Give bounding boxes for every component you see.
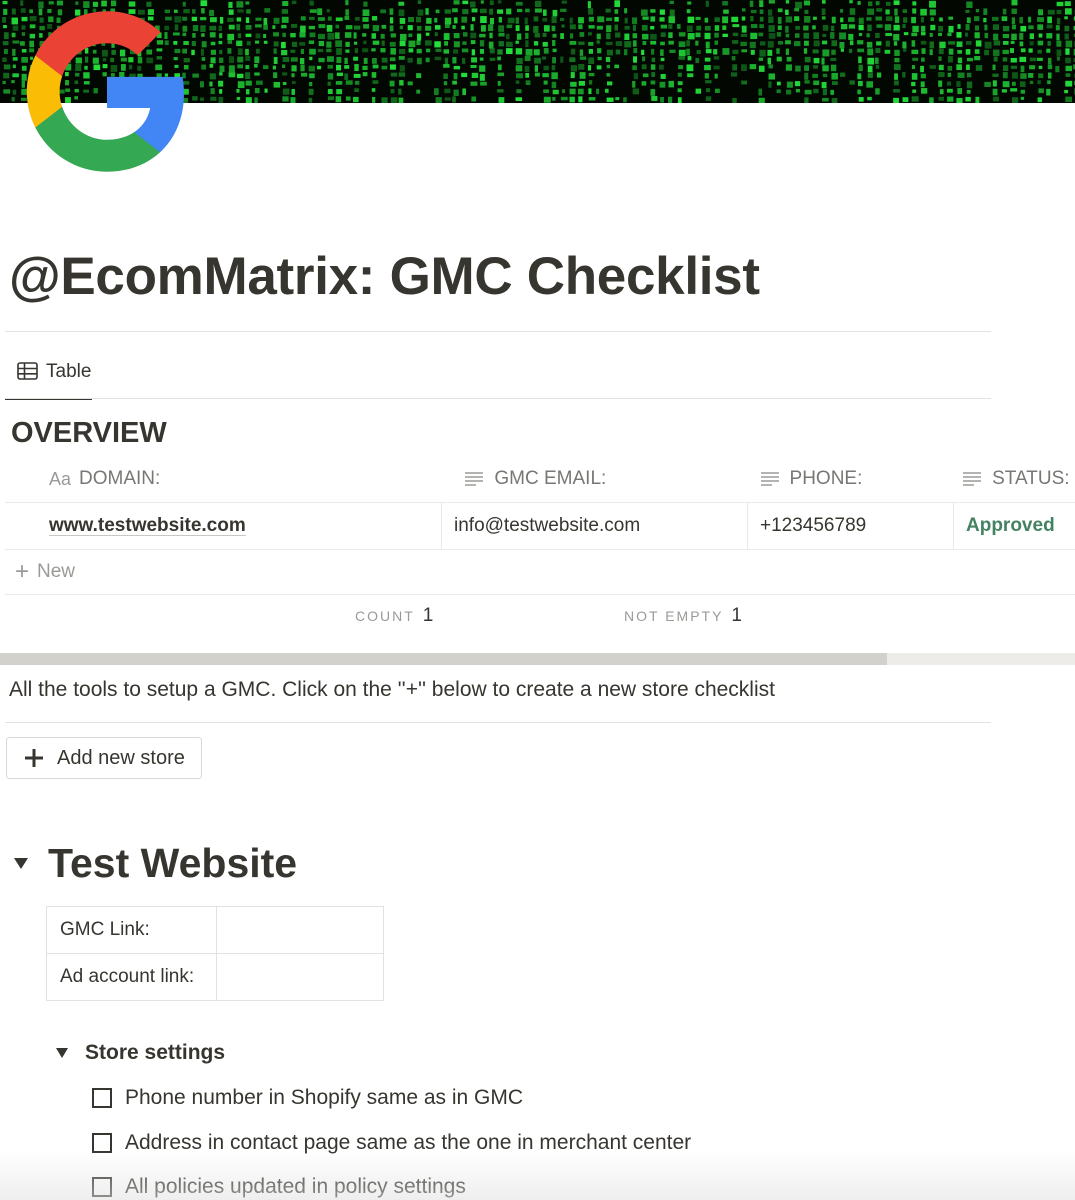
title-divider (5, 331, 991, 332)
todo-label[interactable]: All policies updated in policy settings (125, 1175, 466, 1199)
store-toggle-heading: Test Website (14, 840, 297, 887)
store-settings-toggle: Store settings (56, 1041, 225, 1065)
new-row-label: New (37, 561, 76, 582)
calc-value: 1 (422, 605, 434, 626)
table-icon (17, 362, 38, 380)
calculation-not-empty[interactable]: NOT EMPTY 1 (624, 605, 742, 627)
column-header-domain[interactable]: Aa DOMAIN: (5, 456, 452, 502)
page-description[interactable]: All the tools to setup a GMC. Click on t… (9, 678, 775, 702)
row-title-link[interactable]: www.testwebsite.com (49, 515, 246, 537)
todo-item: All policies updated in policy settings (92, 1175, 466, 1199)
column-header-status[interactable]: STATUS: (950, 456, 1075, 502)
cell-gmc-email[interactable]: info@testwebsite.com (441, 503, 747, 549)
todo-label[interactable]: Phone number in Shopify same as in GMC (125, 1086, 523, 1110)
text-property-icon (962, 471, 984, 487)
table-row: GMC Link: (46, 906, 384, 954)
gmc-link-field[interactable] (216, 906, 384, 954)
table-header: Aa DOMAIN: GMC EMAIL: PHONE: STATUS: (5, 456, 1075, 503)
table-row[interactable]: www.testwebsite.com info@testwebsite.com… (5, 503, 1075, 550)
toggle-triangle-icon[interactable] (14, 858, 28, 869)
checkbox[interactable] (92, 1177, 112, 1197)
todo-label[interactable]: Address in contact page same as the one … (125, 1131, 691, 1155)
checkbox[interactable] (92, 1133, 112, 1153)
calc-label: COUNT (355, 608, 415, 624)
tab-label: Table (46, 361, 92, 382)
column-header-gmc-email[interactable]: GMC EMAIL: (452, 456, 747, 502)
add-new-store-button[interactable]: Add new store (6, 737, 202, 779)
plus-icon: + (15, 558, 30, 585)
title-property-icon: Aa (49, 468, 72, 489)
table-cell-label[interactable]: Ad account link: (46, 953, 217, 1001)
button-label: Add new store (57, 746, 185, 769)
column-label: PHONE: (789, 468, 863, 489)
tab-divider (5, 398, 991, 399)
column-label: DOMAIN: (79, 468, 161, 489)
table-row: Ad account link: (46, 953, 384, 1001)
status-value: Approved (966, 515, 1055, 536)
google-logo-icon[interactable] (18, 4, 196, 179)
text-property-icon (464, 471, 486, 487)
scrollbar-thumb[interactable] (0, 653, 887, 665)
todo-item: Phone number in Shopify same as in GMC (92, 1086, 523, 1110)
ad-account-link-field[interactable] (216, 953, 384, 1001)
calc-value: 1 (731, 605, 742, 626)
cell-status[interactable]: Approved (953, 503, 1075, 549)
text-property-icon (760, 471, 782, 487)
calculation-count[interactable]: COUNT 1 (355, 605, 433, 627)
store-heading[interactable]: Test Website (48, 840, 297, 887)
todo-item: Address in contact page same as the one … (92, 1131, 691, 1155)
tab-table-view[interactable]: Table (5, 350, 92, 400)
cell-phone[interactable]: +123456789 (747, 503, 953, 549)
add-row-button[interactable]: + New (5, 550, 1075, 595)
google-logo-graphic (26, 11, 185, 172)
column-label: GMC EMAIL: (494, 468, 607, 489)
database-title[interactable]: OVERVIEW (11, 417, 167, 450)
checkbox[interactable] (92, 1088, 112, 1108)
table-cell-label[interactable]: GMC Link: (46, 906, 217, 954)
horizontal-scrollbar[interactable] (0, 653, 1075, 665)
page-title[interactable]: @EcomMatrix: GMC Checklist (9, 245, 760, 309)
column-header-phone[interactable]: PHONE: (748, 456, 951, 502)
plus-icon (25, 749, 43, 767)
calc-label: NOT EMPTY (624, 608, 724, 624)
column-label: STATUS: (992, 468, 1070, 489)
store-links-table: GMC Link: Ad account link: (46, 906, 384, 1001)
store-settings-heading[interactable]: Store settings (85, 1041, 225, 1065)
toggle-triangle-icon[interactable] (56, 1048, 68, 1058)
cell-domain[interactable]: www.testwebsite.com (5, 503, 441, 549)
divider (5, 722, 991, 723)
